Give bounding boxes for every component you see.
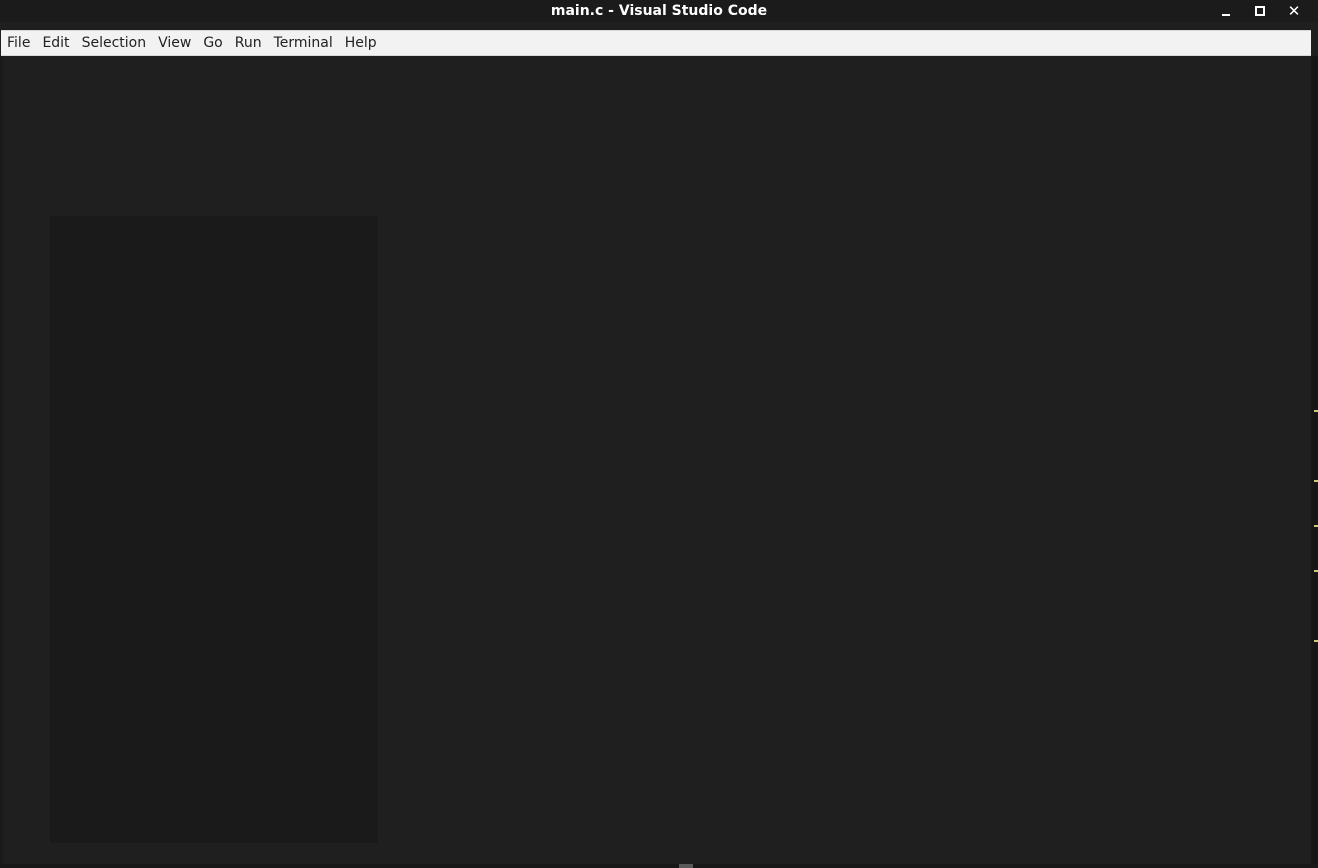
menu-terminal[interactable]: Terminal (268, 31, 339, 55)
maximize-icon (1255, 6, 1265, 16)
window-title: main.c - Visual Studio Code (550, 3, 768, 19)
gutter-marker (1314, 410, 1318, 412)
empty-panel[interactable] (50, 216, 378, 843)
status-indicator (679, 864, 693, 868)
maximize-button[interactable] (1247, 1, 1273, 21)
gutter-marker (1314, 525, 1318, 527)
close-button[interactable]: ✕ (1281, 1, 1307, 21)
menu-go[interactable]: Go (197, 31, 228, 55)
menubar: File Edit Selection View Go Run Terminal… (1, 30, 1311, 56)
menu-selection[interactable]: Selection (76, 31, 153, 55)
gutter-marker (1314, 570, 1318, 572)
right-gutter (1311, 56, 1318, 868)
status-bar (0, 864, 1318, 868)
left-edge (0, 56, 3, 868)
close-icon: ✕ (1287, 1, 1301, 20)
menu-view[interactable]: View (152, 31, 197, 55)
minimize-button[interactable] (1213, 1, 1239, 21)
menu-file[interactable]: File (1, 31, 36, 55)
menu-edit[interactable]: Edit (36, 31, 75, 55)
window-titlebar[interactable]: main.c - Visual Studio Code ✕ (0, 0, 1318, 22)
minimize-icon (1222, 14, 1230, 16)
menu-run[interactable]: Run (229, 31, 268, 55)
menu-help[interactable]: Help (339, 31, 383, 55)
gutter-marker (1314, 480, 1318, 482)
gutter-marker (1314, 640, 1318, 642)
